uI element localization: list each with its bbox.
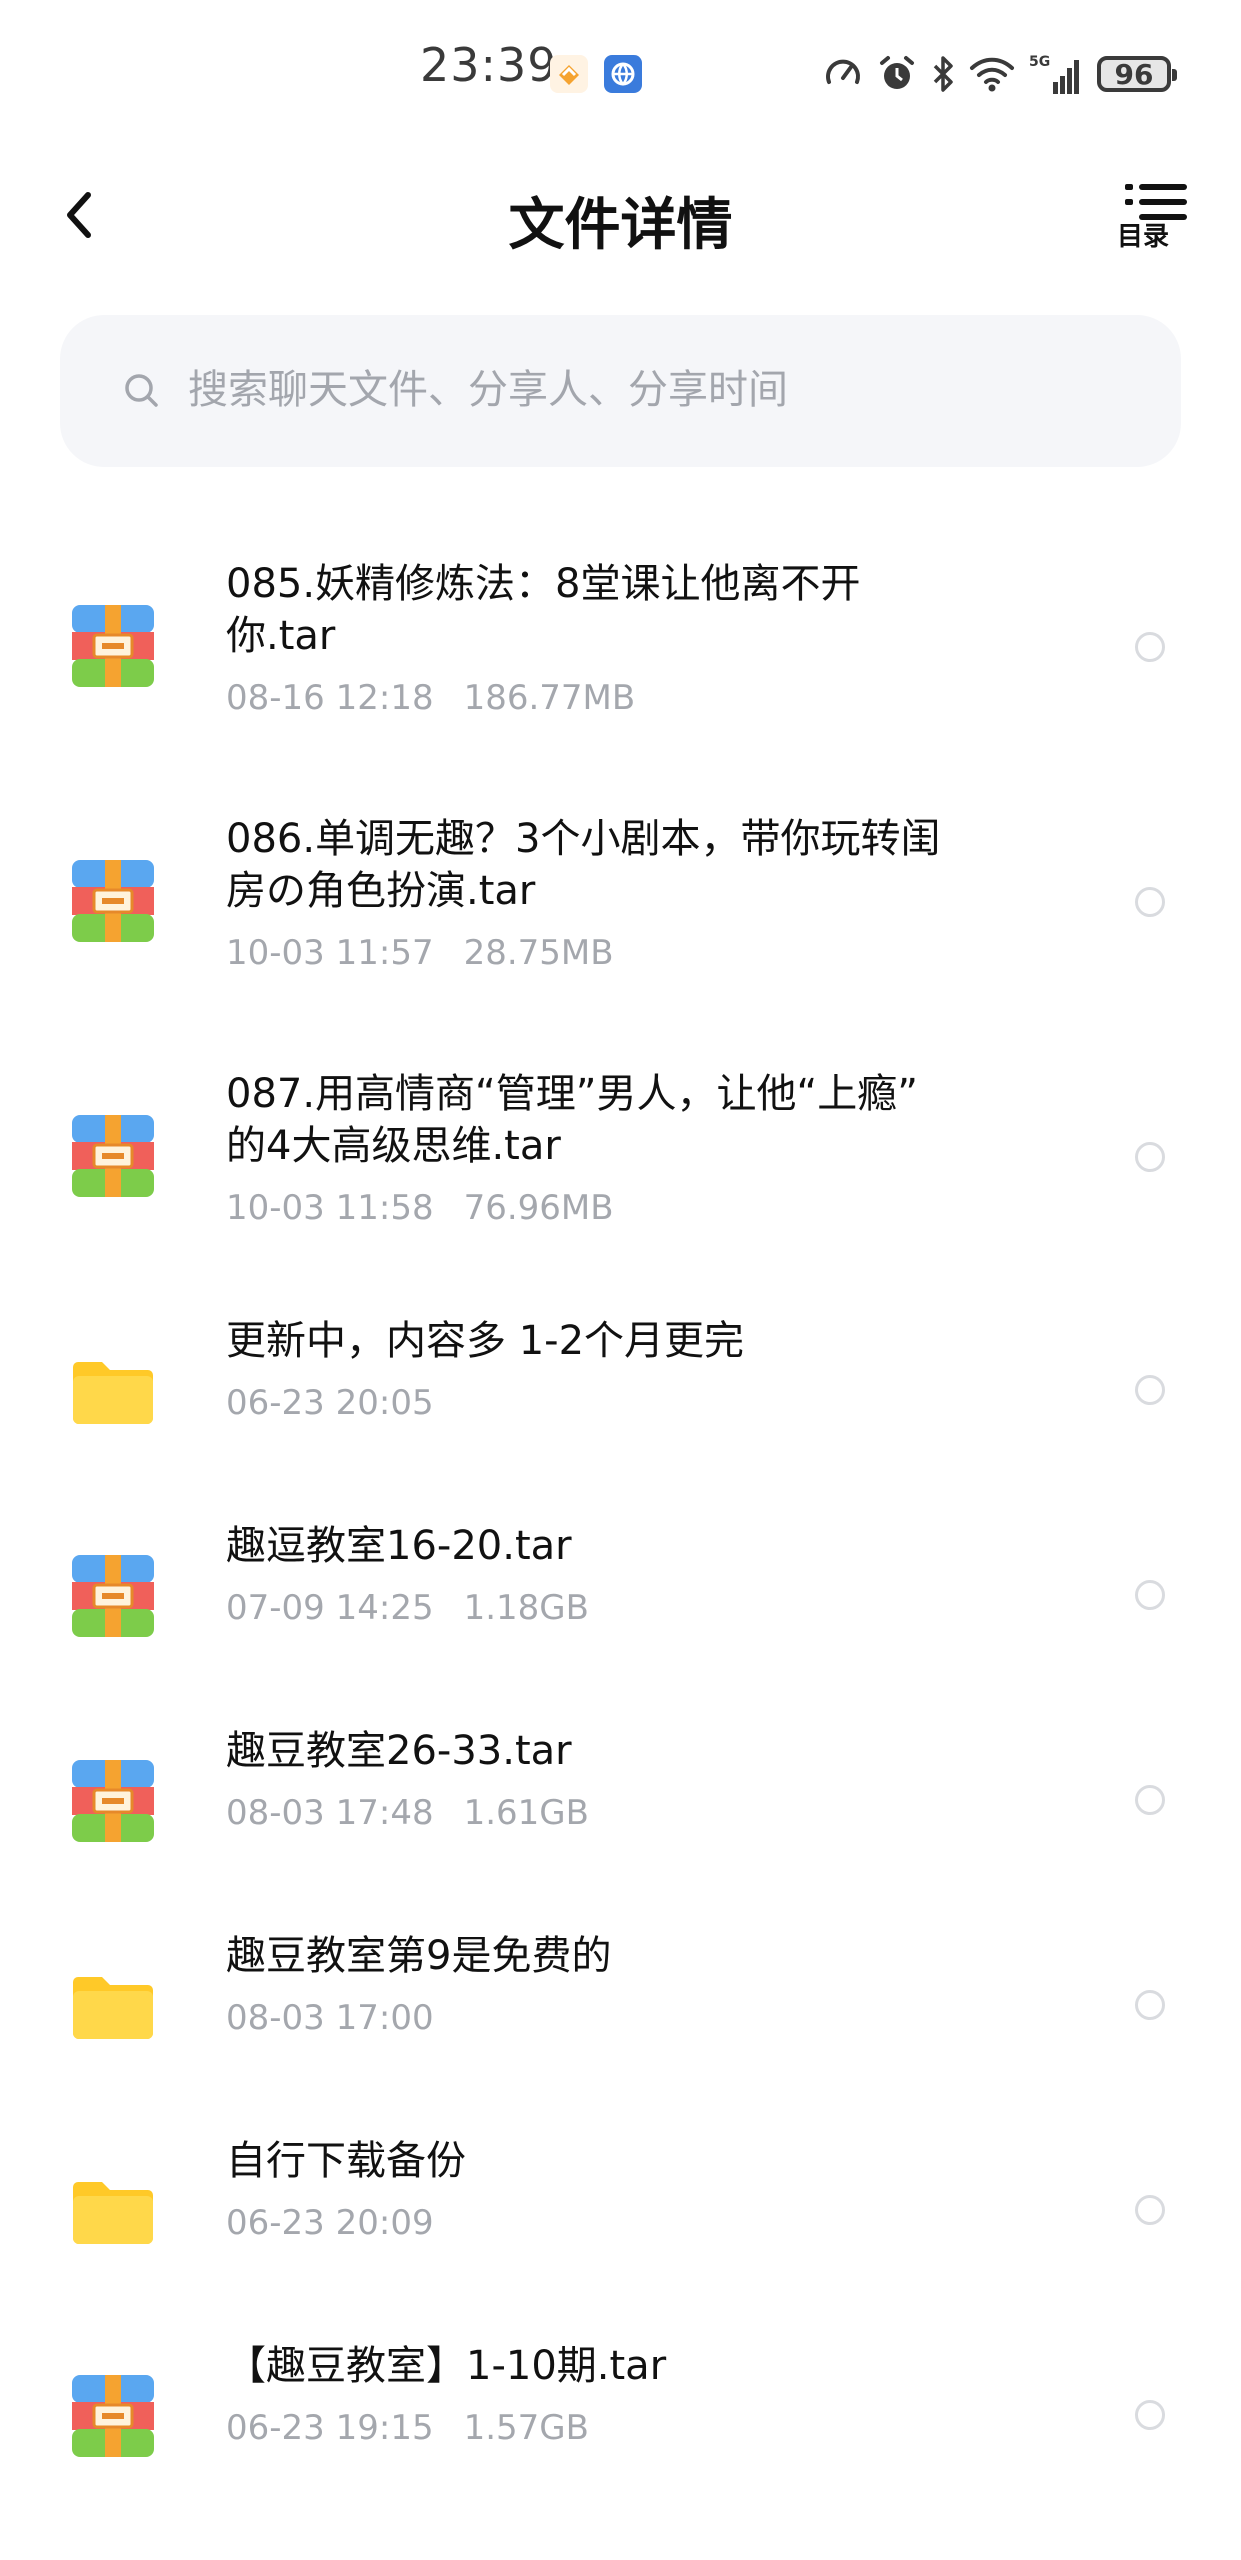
file-info: 更新中，内容多 1-2个月更完 06-23 20:05 xyxy=(226,1315,1046,1423)
file-meta: 08-03 17:48 1.61GB xyxy=(226,1793,1046,1833)
file-name: 087.用高情商“管理”男人，让他“上瘾” 的4大高级思维.tar xyxy=(226,1071,918,1169)
file-info: 趣豆教室26-33.tar 08-03 17:48 1.61GB xyxy=(226,1725,1046,1833)
file-name: 085.妖精修炼法：8堂课让他离不开 你.tar xyxy=(226,561,861,659)
archive-file-icon xyxy=(72,605,154,687)
list-item[interactable]: 087.用高情商“管理”男人，让他“上瘾” 的4大高级思维.tar 10-03 1… xyxy=(0,1030,1241,1280)
select-radio[interactable] xyxy=(1135,2195,1165,2225)
archive-file-icon xyxy=(72,2375,154,2457)
file-date: 08-03 17:48 xyxy=(226,1793,434,1833)
toc-label: 目录 xyxy=(1117,222,1170,252)
select-radio[interactable] xyxy=(1135,1580,1165,1610)
file-name: 趣豆教室26-33.tar xyxy=(226,1728,572,1774)
speedometer-icon xyxy=(823,54,863,94)
select-radio[interactable] xyxy=(1135,632,1165,662)
select-radio[interactable] xyxy=(1135,2400,1165,2430)
archive-file-icon xyxy=(72,1555,154,1637)
file-date: 10-03 11:58 xyxy=(226,1188,434,1228)
file-date: 08-03 17:00 xyxy=(226,1998,434,2038)
app-notification-icon xyxy=(550,55,588,93)
select-radio[interactable] xyxy=(1135,1990,1165,2020)
file-meta: 08-03 17:00 xyxy=(226,1998,1046,2038)
file-date: 10-03 11:57 xyxy=(226,933,434,973)
file-meta: 10-03 11:58 76.96MB xyxy=(226,1188,1046,1228)
bluetooth-icon xyxy=(931,54,955,94)
folder-icon xyxy=(72,1350,154,1432)
search-icon xyxy=(125,374,158,407)
file-info: 085.妖精修炼法：8堂课让他离不开 你.tar 08-16 12:18 186.7… xyxy=(226,558,1046,718)
file-name: 趣豆教室第9是免费的 xyxy=(226,1933,612,1979)
file-info: 自行下载备份 06-23 20:09 xyxy=(226,2135,1046,2243)
file-size: 186.77MB xyxy=(463,678,636,718)
wifi-icon xyxy=(969,54,1015,94)
alarm-icon xyxy=(877,54,917,94)
file-meta: 06-23 20:09 xyxy=(226,2203,1046,2243)
toc-button[interactable]: 目录 xyxy=(1113,178,1193,258)
browser-notification-icon xyxy=(604,55,642,93)
list-item[interactable]: 086.单调无趣？3个小剧本，带你玩转闺 房の角色扮演.tar 10-03 11:… xyxy=(0,775,1241,1025)
file-date: 08-16 12:18 xyxy=(226,678,434,718)
list-item[interactable]: 自行下载备份 06-23 20:09 xyxy=(0,2110,1241,2305)
file-name: 086.单调无趣？3个小剧本，带你玩转闺 房の角色扮演.tar xyxy=(226,816,941,914)
archive-file-icon xyxy=(72,1760,154,1842)
file-info: 趣豆教室第9是免费的 08-03 17:00 xyxy=(226,1930,1046,2038)
status-bar: 23:39 5G 96 xyxy=(0,0,1241,150)
status-icons: 5G 96 xyxy=(823,48,1177,100)
list-item[interactable]: 【趣豆教室】1-10期.tar 06-23 19:15 1.57GB xyxy=(0,2315,1241,2510)
file-date: 06-23 20:05 xyxy=(226,1383,434,1423)
list-item[interactable]: 趣逗教室16-20.tar 07-09 14:25 1.18GB xyxy=(0,1495,1241,1690)
file-size: 1.61GB xyxy=(463,1793,589,1833)
file-date: 06-23 20:09 xyxy=(226,2203,434,2243)
select-radio[interactable] xyxy=(1135,1142,1165,1172)
file-info: 【趣豆教室】1-10期.tar 06-23 19:15 1.57GB xyxy=(226,2340,1046,2448)
status-time: 23:39 xyxy=(420,38,558,92)
archive-file-icon xyxy=(72,1115,154,1197)
file-meta: 07-09 14:25 1.18GB xyxy=(226,1588,1046,1628)
file-meta: 08-16 12:18 186.77MB xyxy=(226,678,1046,718)
cellular-signal-icon: 5G xyxy=(1029,52,1083,96)
search-input[interactable] xyxy=(188,355,1088,425)
list-item[interactable]: 更新中，内容多 1-2个月更完 06-23 20:05 xyxy=(0,1290,1241,1485)
page-title: 文件详情 xyxy=(508,193,733,258)
file-meta: 06-23 19:15 1.57GB xyxy=(226,2408,1046,2448)
search-bar[interactable] xyxy=(60,315,1181,467)
list-item[interactable]: 趣豆教室第9是免费的 08-03 17:00 xyxy=(0,1905,1241,2100)
svg-text:5G: 5G xyxy=(1029,54,1050,70)
file-name: 趣逗教室16-20.tar xyxy=(226,1523,572,1569)
list-icon xyxy=(1125,184,1187,220)
file-size: 28.75MB xyxy=(463,933,614,973)
file-date: 06-23 19:15 xyxy=(226,2408,434,2448)
file-name: 自行下载备份 xyxy=(226,2138,466,2184)
select-radio[interactable] xyxy=(1135,1375,1165,1405)
file-name: 更新中，内容多 1-2个月更完 xyxy=(226,1318,745,1364)
file-name: 【趣豆教室】1-10期.tar xyxy=(226,2343,667,2389)
list-item[interactable]: 趣豆教室26-33.tar 08-03 17:48 1.61GB xyxy=(0,1700,1241,1895)
file-size: 1.18GB xyxy=(463,1588,589,1628)
file-meta: 10-03 11:57 28.75MB xyxy=(226,933,1046,973)
list-item[interactable]: 085.妖精修炼法：8堂课让他离不开 你.tar 08-16 12:18 186.7… xyxy=(0,520,1241,770)
file-meta: 06-23 20:05 xyxy=(226,1383,1046,1423)
select-radio[interactable] xyxy=(1135,1785,1165,1815)
file-info: 086.单调无趣？3个小剧本，带你玩转闺 房の角色扮演.tar 10-03 11:… xyxy=(226,813,1046,973)
file-date: 07-09 14:25 xyxy=(226,1588,434,1628)
file-size: 76.96MB xyxy=(463,1188,614,1228)
archive-file-icon xyxy=(72,860,154,942)
file-info: 087.用高情商“管理”男人，让他“上瘾” 的4大高级思维.tar 10-03 1… xyxy=(226,1068,1046,1228)
file-info: 趣逗教室16-20.tar 07-09 14:25 1.18GB xyxy=(226,1520,1046,1628)
file-details-screen: 23:39 5G 96 文件详情 目录 搜索聊天文件、分享人、分享时间 085.… xyxy=(0,0,1241,2560)
battery-icon: 96 xyxy=(1097,56,1177,92)
select-radio[interactable] xyxy=(1135,887,1165,917)
file-size: 1.57GB xyxy=(463,2408,589,2448)
folder-icon xyxy=(72,2170,154,2252)
title-bar: 文件详情 目录 xyxy=(0,160,1241,270)
folder-icon xyxy=(72,1965,154,2047)
